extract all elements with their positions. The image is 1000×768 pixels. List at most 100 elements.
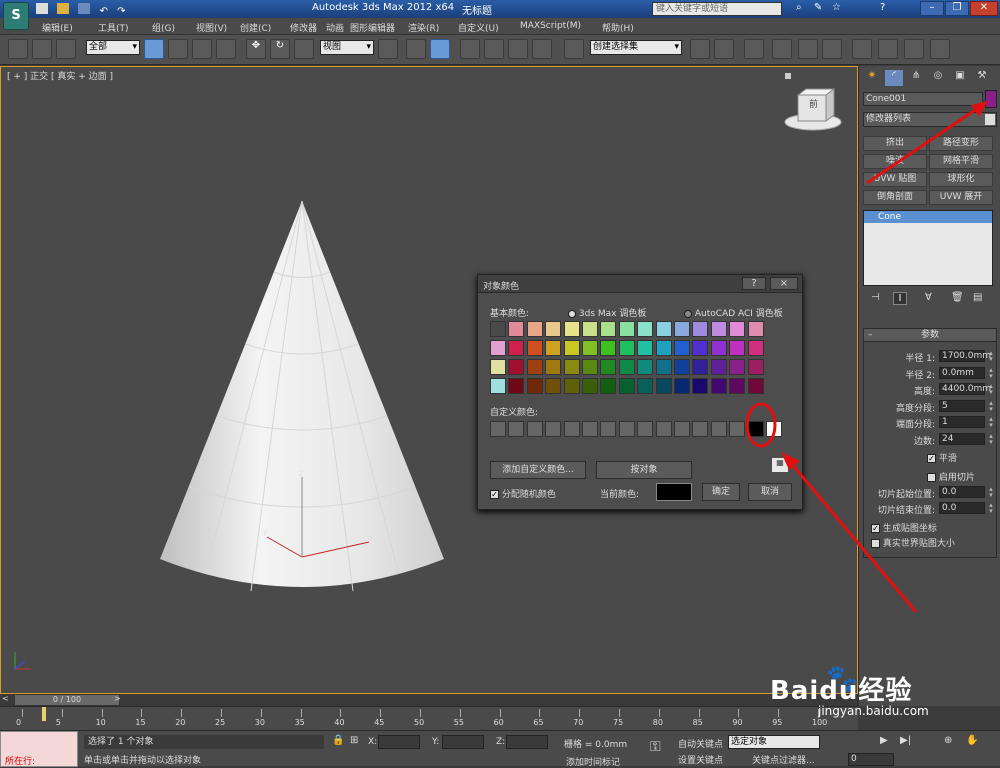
custom-color-swatch[interactable] xyxy=(618,421,635,437)
modifier-list-select[interactable]: 修改器列表 xyxy=(863,112,997,127)
zoom-icon[interactable]: ⊕ xyxy=(944,735,952,746)
viewcube-label[interactable]: 前 xyxy=(809,97,818,110)
angle-snap-icon[interactable] xyxy=(484,39,504,59)
slice-on-checkbox[interactable]: 启用切片 xyxy=(927,470,975,483)
basic-color-swatch[interactable] xyxy=(563,378,580,394)
menu-item[interactable]: 编辑(E) xyxy=(42,21,73,34)
select-object-icon[interactable] xyxy=(144,39,164,59)
time-slider[interactable]: 0 / 100 < > xyxy=(0,694,858,706)
palette-autocad-radio[interactable]: AutoCAD ACI 调色板 xyxy=(684,306,783,319)
basic-color-swatch[interactable] xyxy=(692,359,709,375)
basic-color-swatch[interactable] xyxy=(747,321,764,337)
basic-color-swatch[interactable] xyxy=(747,340,764,356)
menu-item[interactable]: 创建(C) xyxy=(240,21,271,34)
menu-item[interactable]: 组(G) xyxy=(152,21,175,34)
create-tab-icon[interactable]: ✷ xyxy=(863,70,881,86)
next-key-icon[interactable]: ▶| xyxy=(900,735,911,746)
spinner-snap-icon[interactable] xyxy=(532,39,552,59)
custom-color-swatch[interactable] xyxy=(582,421,598,437)
param-input[interactable]: 5 xyxy=(939,399,985,412)
basic-color-swatch[interactable] xyxy=(618,378,635,394)
basic-color-swatch[interactable] xyxy=(674,378,690,394)
basic-color-swatch[interactable] xyxy=(674,359,690,375)
basic-color-swatch[interactable] xyxy=(582,321,598,337)
basic-color-swatch[interactable] xyxy=(600,378,617,394)
menu-item[interactable]: 图形编辑器 xyxy=(350,21,395,34)
minimize-button[interactable]: – xyxy=(920,1,944,16)
slice-from-input[interactable]: 0.0 xyxy=(939,486,985,498)
wrench-icon[interactable]: ✎ xyxy=(814,2,822,13)
modifier-stack[interactable]: Cone xyxy=(863,210,993,286)
coord-system-select[interactable]: 视图 ▾ xyxy=(320,40,374,55)
custom-color-swatch[interactable] xyxy=(710,421,727,437)
basic-color-swatch[interactable] xyxy=(637,378,654,394)
basic-color-swatch[interactable] xyxy=(729,321,746,337)
basic-color-swatch[interactable] xyxy=(637,321,654,337)
smooth-checkbox[interactable]: ✓ 平滑 xyxy=(927,451,957,464)
basic-color-swatch[interactable] xyxy=(582,340,598,356)
current-color-swatch[interactable] xyxy=(656,483,692,501)
basic-color-swatch[interactable] xyxy=(637,359,654,375)
pin-stack-icon[interactable]: ⊣ xyxy=(871,292,880,303)
basic-color-swatch[interactable] xyxy=(618,359,635,375)
x-coord-field[interactable] xyxy=(378,735,420,749)
basic-color-swatch[interactable] xyxy=(600,359,617,375)
param-input[interactable]: 24 xyxy=(939,432,985,445)
basic-color-swatch[interactable] xyxy=(618,340,635,356)
mirror-icon[interactable] xyxy=(690,39,710,59)
select-by-name-icon[interactable] xyxy=(168,39,188,59)
modifier-button[interactable]: UVW 展开 xyxy=(929,190,993,205)
object-color-swatch[interactable] xyxy=(985,90,997,108)
menu-item[interactable]: MAXScript(M) xyxy=(520,21,581,31)
render-production-icon[interactable] xyxy=(930,39,950,59)
basic-color-swatch[interactable] xyxy=(692,321,709,337)
real-world-map-checkbox[interactable]: 真实世界贴图大小 xyxy=(871,536,955,549)
select-manipulate-icon[interactable] xyxy=(406,39,426,59)
basic-color-swatch[interactable] xyxy=(674,340,690,356)
current-frame-marker[interactable] xyxy=(42,707,46,721)
edit-named-sel-icon[interactable] xyxy=(564,39,584,59)
rendered-frame-icon[interactable] xyxy=(904,39,924,59)
scale-icon[interactable] xyxy=(294,39,314,59)
schematic-view-icon[interactable] xyxy=(822,39,842,59)
next-frame-icon[interactable]: > xyxy=(114,694,121,703)
snap-3d-icon[interactable] xyxy=(460,39,480,59)
basic-color-swatch[interactable] xyxy=(729,378,746,394)
basic-color-swatch[interactable] xyxy=(490,321,506,337)
assign-random-checkbox[interactable]: ✓ 分配随机颜色 xyxy=(490,487,556,500)
basic-color-swatch[interactable] xyxy=(655,321,672,337)
y-coord-field[interactable] xyxy=(442,735,484,749)
display-tab-icon[interactable]: ▣ xyxy=(951,70,969,86)
modifier-button[interactable]: 网格平滑 xyxy=(929,154,993,169)
star-icon[interactable]: ☆ xyxy=(832,2,841,13)
lock-selection-icon[interactable]: 🔒 xyxy=(332,735,344,746)
z-coord-field[interactable] xyxy=(506,735,548,749)
custom-color-swatch[interactable] xyxy=(600,421,617,437)
basic-color-swatch[interactable] xyxy=(563,359,580,375)
basic-color-swatch[interactable] xyxy=(526,378,543,394)
motion-tab-icon[interactable]: ◎ xyxy=(929,70,947,86)
layer-manager-icon[interactable] xyxy=(744,39,764,59)
menu-item[interactable]: 工具(T) xyxy=(98,21,129,34)
track-bar[interactable]: 0 5 10 15 20 25 30 35 40 45 50 55 60 65 70 75 80 85 90 95 10… xyxy=(0,706,858,730)
slice-to-input[interactable]: 0.0 xyxy=(939,502,985,514)
spinner-icon[interactable]: ▴ ▾ xyxy=(987,350,995,363)
color-picker-icon[interactable]: ▦ xyxy=(772,458,788,472)
custom-color-swatch[interactable] xyxy=(526,421,543,437)
basic-color-swatch[interactable] xyxy=(526,359,543,375)
basic-color-swatch[interactable] xyxy=(674,321,690,337)
modifier-button[interactable]: 倒角剖面 xyxy=(863,190,927,205)
basic-color-swatch[interactable] xyxy=(710,340,727,356)
basic-color-swatch[interactable] xyxy=(710,359,727,375)
modify-tab-icon[interactable]: ◜ xyxy=(885,70,903,86)
close-button[interactable]: ✕ xyxy=(970,1,998,16)
basic-color-swatch[interactable] xyxy=(545,378,562,394)
basic-color-swatch[interactable] xyxy=(710,378,727,394)
basic-color-swatch[interactable] xyxy=(508,340,525,356)
frame-field[interactable]: 0 xyxy=(848,753,894,766)
custom-color-swatch[interactable] xyxy=(766,421,782,437)
dialog-title-bar[interactable]: 对象颜色 ? × xyxy=(478,275,802,293)
material-editor-icon[interactable] xyxy=(852,39,872,59)
modifier-button[interactable]: 噪波 xyxy=(863,154,927,169)
basic-color-swatch[interactable] xyxy=(655,340,672,356)
